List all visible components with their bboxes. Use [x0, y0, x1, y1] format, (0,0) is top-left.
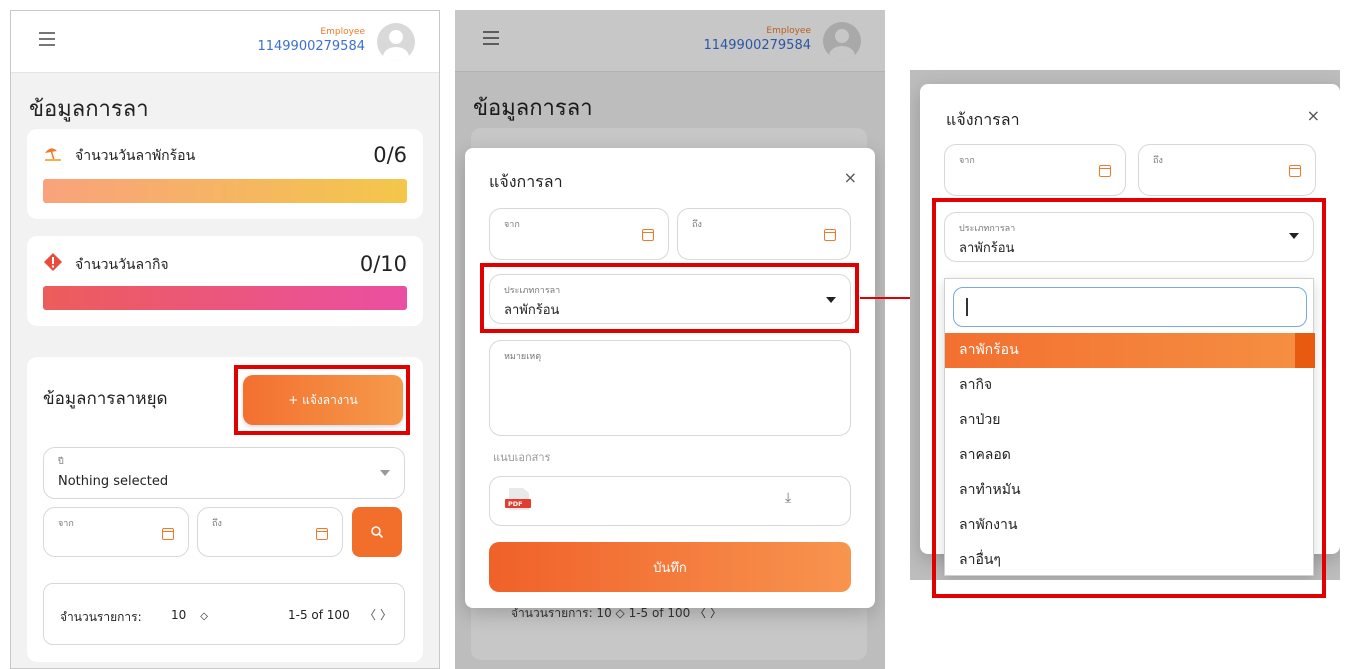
pdf-badge: PDF	[508, 500, 523, 508]
dropdown-search-input[interactable]	[953, 287, 1307, 327]
add-leave-button[interactable]: + แจ้งลางาน	[243, 375, 403, 425]
year-select[interactable]: ปี Nothing selected	[43, 447, 405, 499]
leave-type-value: ลาพักร้อน	[504, 303, 560, 318]
warning-icon	[44, 253, 62, 271]
pagination-bar: จำนวนรายการ: 10 ◇ 1-5 of 100 〈 〉	[43, 583, 405, 645]
from-date-field[interactable]: จาก	[43, 507, 189, 557]
attachment-field[interactable]	[489, 476, 851, 526]
pdf-icon: PDF	[505, 488, 531, 510]
option-other[interactable]: ลาอื่นๆ	[945, 543, 1315, 578]
chevron-left-icon[interactable]: 〈	[364, 606, 376, 623]
attachment-label: แนบเอกสาร	[493, 451, 551, 464]
page-size-label: จำนวนรายการ:	[60, 610, 142, 624]
search-button[interactable]	[352, 507, 402, 557]
save-button[interactable]: บันทึก	[489, 542, 851, 592]
vacation-progress-bar	[43, 179, 407, 203]
avatar[interactable]	[377, 23, 415, 61]
modal-title: แจ้งการลา	[946, 110, 1020, 129]
personal-leave-progress-bar	[43, 286, 407, 310]
calendar-icon	[642, 229, 654, 241]
leave-type-dropdown: ลาพักร้อน ลากิจ ลาป่วย ลาคลอด ลาทำหมัน ล…	[944, 278, 1315, 578]
leave-type-select[interactable]: ประเภทการลา ลาพักร้อน	[944, 212, 1314, 262]
close-icon[interactable]: ×	[844, 168, 857, 187]
vacation-card: จำนวนวันลาพักร้อน 0/6	[27, 129, 423, 219]
year-value: Nothing selected	[58, 474, 169, 489]
leave-type-select[interactable]: ประเภทการลา ลาพักร้อน	[489, 274, 851, 324]
download-icon[interactable]: ⤓	[785, 490, 791, 506]
year-label: ปี	[58, 457, 64, 467]
option-suspension[interactable]: ลาพักงาน	[945, 508, 1315, 543]
modal-title: แจ้งการลา	[489, 172, 563, 191]
note-label: หมายเหตุ	[504, 352, 542, 362]
employee-id: 1149900279584	[257, 39, 365, 54]
to-label: ถึง	[692, 220, 702, 230]
search-icon	[371, 526, 384, 539]
from-label: จาก	[58, 519, 74, 529]
personal-leave-label: จำนวนวันลากิจ	[75, 257, 169, 273]
personal-leave-count: 0/10	[359, 252, 407, 276]
to-label: ถึง	[212, 519, 222, 529]
page-title: ข้อมูลการลา	[29, 97, 149, 122]
leave-type-label: ประเภทการลา	[959, 224, 1016, 234]
leave-type-label: ประเภทการลา	[504, 286, 561, 296]
calendar-icon	[824, 229, 836, 241]
pagination-range: 1-5 of 100	[288, 608, 350, 622]
close-icon[interactable]: ×	[1307, 106, 1320, 125]
from-label: จาก	[504, 220, 520, 230]
from-date-field[interactable]: จาก	[944, 144, 1126, 196]
page-size-select[interactable]: 10 ◇	[171, 608, 208, 622]
save-label: บันทึก	[653, 560, 687, 576]
option-sick[interactable]: ลาป่วย	[945, 403, 1315, 438]
vacation-label: จำนวนวันลาพักร้อน	[75, 148, 196, 164]
personal-leave-card: จำนวนวันลากิจ 0/10	[27, 236, 423, 326]
chevron-down-icon	[380, 470, 390, 476]
beach-umbrella-icon	[45, 148, 61, 161]
from-label: จาก	[959, 156, 975, 166]
to-date-field[interactable]: ถึง	[197, 507, 343, 557]
app-bar: Employee 1149900279584	[11, 11, 439, 73]
to-date-field[interactable]: ถึง	[1138, 144, 1316, 196]
calendar-icon	[316, 528, 328, 540]
screen-leave-modal: Employee 1149900279584 ข้อมูลการลา จำนวน…	[455, 10, 885, 669]
screen-leave-info: Employee 1149900279584 ข้อมูลการลา จำนวน…	[10, 10, 440, 669]
to-label: ถึง	[1153, 156, 1163, 166]
screen-leave-type-dropdown: แจ้งการลา × จาก ถึง ประเภทการลา ลาพักร้อ…	[910, 70, 1340, 580]
chevron-down-icon	[826, 297, 836, 303]
calendar-icon	[1289, 165, 1301, 177]
leave-type-value: ลาพักร้อน	[959, 241, 1015, 256]
page-size-value: 10	[171, 608, 187, 622]
note-textarea[interactable]: หมายเหตุ	[489, 340, 851, 436]
calendar-icon	[1099, 165, 1111, 177]
chevron-right-icon[interactable]: 〉	[380, 606, 392, 623]
leave-history-title: ข้อมูลการลาหยุด	[43, 389, 168, 409]
vacation-count: 0/6	[373, 143, 407, 167]
option-personal[interactable]: ลากิจ	[945, 368, 1315, 403]
calendar-icon	[162, 528, 174, 540]
add-leave-label: + แจ้งลางาน	[288, 392, 358, 407]
option-sterilization[interactable]: ลาทำหมัน	[945, 473, 1315, 508]
chevron-down-icon	[1289, 233, 1299, 239]
to-date-field[interactable]: ถึง	[677, 208, 851, 260]
option-maternity[interactable]: ลาคลอด	[945, 438, 1315, 473]
menu-icon[interactable]	[39, 32, 55, 46]
option-vacation[interactable]: ลาพักร้อน	[945, 333, 1315, 368]
sort-icon: ◇	[200, 611, 208, 622]
user-role: Employee	[320, 27, 365, 37]
from-date-field[interactable]: จาก	[489, 208, 669, 260]
